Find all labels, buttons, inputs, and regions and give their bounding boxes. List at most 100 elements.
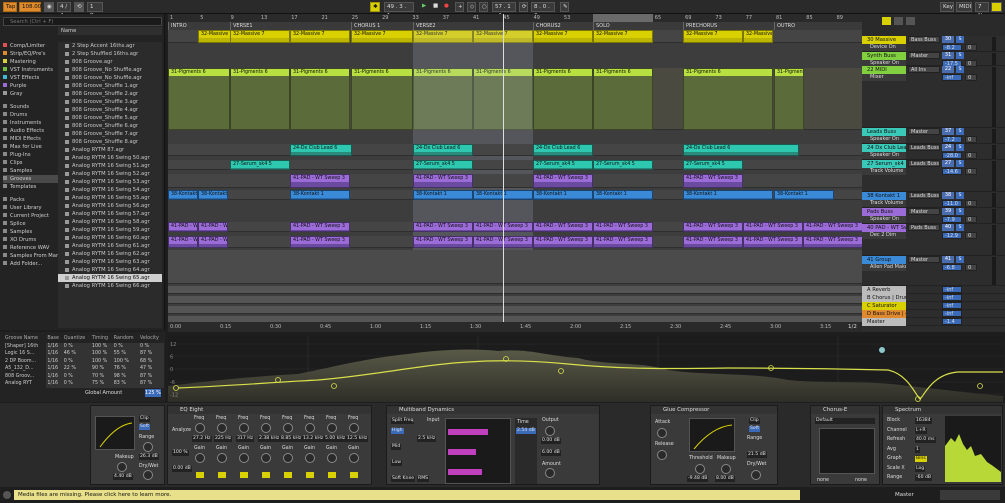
browser-place-item[interactable]: Clips: [3, 159, 58, 167]
groove-cell[interactable]: 0 %: [62, 372, 91, 380]
groove-cell[interactable]: 1/16: [46, 372, 63, 380]
dx-club-lead-clip[interactable]: 24-Dx Club Lead 6: [290, 144, 352, 156]
arrangement-track-lane[interactable]: 41-PAD - WT Sweep 341-PAD - WT Sweep 341…: [168, 236, 863, 248]
band-on-toggle[interactable]: [328, 472, 336, 478]
low-band-button[interactable]: Low: [391, 460, 403, 466]
browser-place-item[interactable]: Mastering: [3, 58, 58, 66]
global-amount-field[interactable]: 125 %: [145, 389, 161, 397]
browser-place-item[interactable]: Audio Effects: [3, 127, 58, 135]
arrangement-track-lane[interactable]: [168, 306, 863, 314]
browser-place-item[interactable]: Purple: [3, 82, 58, 90]
groove-cell[interactable]: 83 %: [112, 380, 139, 388]
arrangement-track-lane[interactable]: 38-Kontakt 138-Kontakt 138-Kontakt 138-K…: [168, 190, 863, 200]
arrangement-track-lane[interactable]: 24-Dx Club Lead 6 24-Dx Club Lead 6 24-Dx …: [168, 144, 863, 156]
groove-cell[interactable]: 68 %: [138, 357, 164, 365]
output-routing[interactable]: Bass Buss: [908, 36, 940, 43]
wt-sweep-clip[interactable]: 41-PAD - WT Sweep 3: [683, 222, 743, 232]
browser-file-item[interactable]: Analog RYTM 16 Swing 54.agr: [58, 186, 162, 194]
groove-row[interactable]: 808 Groov... 1/16 0 % 70 % 98 % 87 %: [4, 372, 164, 380]
groove-column-header[interactable]: Base: [46, 335, 62, 343]
beat-time-ruler[interactable]: 1591317212529333741454953576165697377818…: [168, 14, 863, 22]
groove-cell[interactable]: 1/16: [46, 380, 63, 388]
pan-field[interactable]: 0: [965, 136, 977, 143]
browser-place-item[interactable]: Add Folder...: [3, 260, 58, 268]
browser-file-item[interactable]: Analog RYTM 16 Swing 60.agr: [58, 234, 162, 242]
solo-button[interactable]: S: [956, 144, 964, 151]
track-number[interactable]: 27: [942, 160, 954, 167]
track-number[interactable]: 39: [942, 208, 954, 215]
groove-cell[interactable]: 46 %: [62, 350, 91, 358]
return-volume-field[interactable]: -1.4: [942, 318, 962, 325]
browser-place-item[interactable]: Strip/EQ/Pre's: [3, 50, 58, 58]
mid-band-button[interactable]: Mid: [391, 444, 402, 450]
amount-knob[interactable]: [545, 468, 555, 478]
track-automation-chooser[interactable]: Speaker On: [862, 136, 906, 143]
wt-sweep-clip[interactable]: 41-PAD - WT Sweep 3: [593, 222, 653, 232]
wt-sweep-clip[interactable]: 41-PAD - WT Sweep 3: [198, 222, 228, 232]
spectrum-device[interactable]: Spectrum Block 16384 Channel L+R Refresh 40.0…: [882, 405, 1003, 485]
locator-marker[interactable]: VERSE1: [230, 22, 351, 30]
dx-club-lead-clip[interactable]: 24-Dx Club Lead 6: [413, 144, 473, 156]
groove-cell[interactable]: 87 %: [138, 372, 164, 380]
serum-clip[interactable]: 27-Serum_sk4 5: [593, 160, 653, 170]
browser-file-item[interactable]: Analog RYTM 16 Swing 57.agr: [58, 210, 162, 218]
browser-place-item[interactable]: Plug-Ins: [3, 151, 58, 159]
browser-file-item[interactable]: 2 Step Accent 16ths.agr: [58, 42, 162, 50]
browser-file-item[interactable]: Analog RYTM 16 Swing 63.agr: [58, 258, 162, 266]
return-track-name[interactable]: D Bass Drive | 4: [862, 310, 906, 318]
pan-field[interactable]: 0: [965, 74, 977, 81]
browser-place-item[interactable]: Gray: [3, 90, 58, 98]
browser-file-item[interactable]: 808 Groove_Shuffle 6.agr: [58, 122, 162, 130]
makeup-knob[interactable]: [117, 462, 127, 472]
groove-cell[interactable]: 100 %: [90, 342, 113, 350]
time-ruler[interactable]: 0:00 0:15 0:30 0:45 1:00 1:15 1:30 1:45 2:00 2:15…: [168, 322, 863, 332]
follow-icon[interactable]: ⟲: [74, 2, 84, 12]
wt-sweep-clip[interactable]: 41-PAD - WT Sweep 3: [743, 236, 803, 248]
band-gain-knob[interactable]: [327, 453, 337, 463]
wt-sweep-clip[interactable]: 41-PAD - WT Sweep 3: [168, 222, 198, 232]
pan-field[interactable]: 0: [965, 200, 977, 207]
browser-file-item[interactable]: Analog RYTM 16 Swing 62.agr: [58, 250, 162, 258]
track-number[interactable]: 38: [942, 192, 954, 199]
spectrum-param-value[interactable]: Log: [915, 465, 926, 472]
browser-file-item[interactable]: 808 Groove_Shuffle 5.agr: [58, 114, 162, 122]
browser-place-item[interactable]: Instruments: [3, 119, 58, 127]
volume-field[interactable]: -8.2: [942, 44, 962, 51]
browser-file-item[interactable]: 808 Groove_No Shuffle.agr: [58, 74, 162, 82]
browser-file-item[interactable]: 808 Groove_Shuffle 2.agr: [58, 90, 162, 98]
quantize-menu[interactable]: 1 Bar: [87, 2, 103, 19]
groove-cell[interactable]: 70 %: [90, 372, 113, 380]
wt-sweep-clip[interactable]: 41-PAD - WT Sweep 3: [413, 236, 473, 248]
locator-marker[interactable]: PRECHORUS: [683, 22, 774, 30]
io-toggle-icon[interactable]: [882, 17, 891, 25]
attack-knob[interactable]: [657, 428, 667, 438]
kontakt-clip[interactable]: 38-Kontakt 1: [413, 190, 473, 200]
wt-sweep-clip[interactable]: 41-PAD - WT Sweep 3: [413, 222, 473, 232]
groove-column-header[interactable]: Quantize: [63, 335, 91, 343]
chorus-preset-menu[interactable]: Default: [815, 418, 875, 424]
browser-place-item[interactable]: Samples From Mars: [3, 252, 58, 260]
status-message[interactable]: Media files are missing. Please click he…: [14, 490, 800, 500]
track-automation-chooser[interactable]: Speaker On: [862, 152, 906, 159]
pan-field[interactable]: 0: [965, 168, 977, 175]
groove-cell[interactable]: 55 %: [112, 350, 139, 358]
locator-marker[interactable]: CHORUS 1: [351, 22, 413, 30]
return-track-name[interactable]: C Saturator: [862, 302, 906, 310]
browser-place-item[interactable]: VST Instruments: [3, 66, 58, 74]
browser-file-item[interactable]: 808 Groove_Shuffle 1.agr: [58, 82, 162, 90]
groove-cell[interactable]: 76 %: [112, 365, 139, 373]
groove-cell[interactable]: 0 %: [62, 357, 91, 365]
track-name[interactable]: 24 Dx Club Lead: [862, 144, 906, 152]
browser-file-item[interactable]: 2 Step Shuffled 16ths.agr: [58, 50, 162, 58]
band-gain-knob[interactable]: [349, 453, 359, 463]
output-routing[interactable]: Leads Buss: [908, 144, 940, 151]
kontakt-clip[interactable]: 38-Kontakt 1: [168, 190, 198, 200]
glue-soft-button[interactable]: Soft: [749, 426, 761, 432]
locator-marker[interactable]: INTRO: [168, 22, 230, 30]
output-routing[interactable]: Master: [908, 256, 940, 263]
wt-sweep-clip[interactable]: 41-PAD - WT Sweep 3: [533, 174, 593, 188]
volume-field[interactable]: -inf: [942, 74, 962, 81]
groove-row[interactable]: [Shaper] 16th 1/16 0 % 100 % 0 % 0 %: [4, 342, 164, 350]
spectrum-param-value[interactable]: -60 dB: [915, 475, 933, 481]
band-freq-knob[interactable]: [195, 423, 205, 433]
